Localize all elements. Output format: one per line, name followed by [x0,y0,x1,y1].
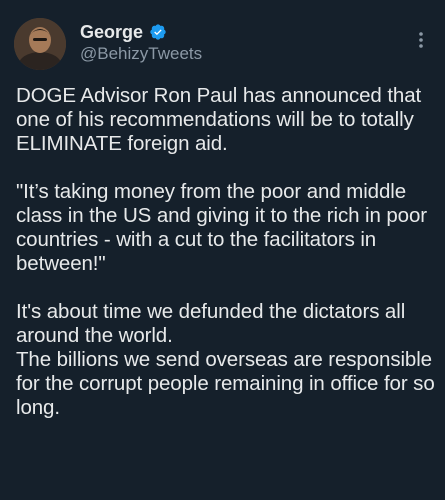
tweet-paragraph: It's about time we defunded the dictator… [16,300,435,419]
tweet-text: DOGE Advisor Ron Paul has announced that… [16,84,436,420]
tweet-card: George @BehizyTweets DOGE Advisor Ron Pa… [0,0,445,500]
author-name-row: George [80,20,167,44]
avatar[interactable] [14,18,66,70]
verified-badge-icon [149,23,167,41]
tweet-paragraph: "It’s taking money from the poor and mid… [16,180,428,275]
author-handle[interactable]: @BehizyTweets [80,43,202,65]
profile-photo-icon [14,18,66,70]
author-display-name[interactable]: George [80,20,143,44]
more-options-icon[interactable] [411,28,431,52]
tweet-paragraph: DOGE Advisor Ron Paul has announced that… [16,84,422,155]
